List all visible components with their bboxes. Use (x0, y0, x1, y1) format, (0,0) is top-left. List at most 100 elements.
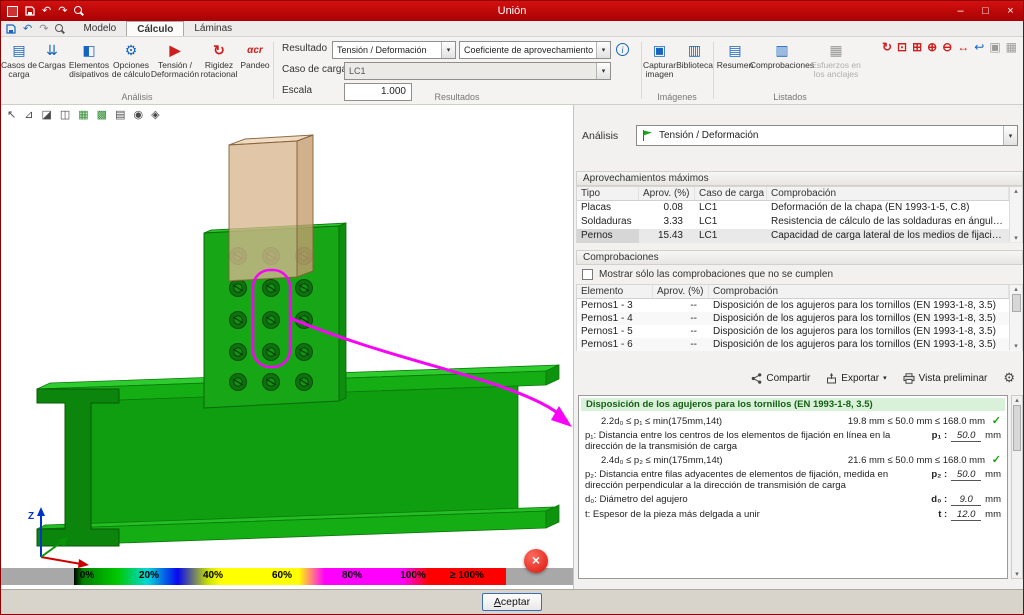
capturar-imagen-button[interactable]: ▣ Capturar imagen (642, 39, 677, 79)
checks-report-icon: ▥ (775, 41, 788, 60)
quick-search-icon[interactable] (55, 24, 65, 34)
param-value-field[interactable]: 9.0 (951, 494, 981, 506)
pan-view-icon[interactable]: ↔ (957, 40, 969, 54)
utilization-row-pernos[interactable]: Pernos 15.43 LC1 Capacidad de carga late… (577, 229, 1022, 243)
tension-deformacion-button[interactable]: ▶ Tensión / Deformación (151, 39, 199, 79)
col-aprov[interactable]: Aprov. (%) (653, 285, 709, 298)
share-icon (751, 373, 762, 384)
opciones-de-calculo-button[interactable]: ⚙ Opciones de cálculo (111, 39, 151, 79)
pointer-select-icon[interactable]: ↖ (7, 108, 16, 121)
aceptar-button[interactable]: Aceptar (482, 593, 542, 611)
bottom-bar: Aceptar (1, 589, 1023, 614)
labels-icon[interactable]: ◈ (151, 108, 159, 121)
comprobaciones-button[interactable]: ▥ Comprobaciones (756, 39, 808, 70)
col-tipo[interactable]: Tipo (577, 187, 639, 200)
param-value-field[interactable]: 50.0 (951, 469, 981, 481)
check-row[interactable]: Pernos1 - 6 -- Disposición de los agujer… (577, 338, 1022, 351)
scroll-down-icon[interactable]: ▾ (1014, 342, 1018, 350)
pandeo-button[interactable]: αcr Pandeo (239, 39, 271, 70)
utilization-table-scrollbar[interactable]: ▴ ▾ (1009, 187, 1022, 242)
coeficiente-dropdown[interactable]: Coeficiente de aprovechamiento máximo ▾ (459, 41, 611, 59)
search-icon[interactable] (74, 6, 84, 16)
esfuerzos-anclajes-button[interactable]: ▦ Esfuerzos en los anclajes (808, 39, 864, 79)
report-settings-gear-icon[interactable]: ⚙ (1003, 370, 1015, 386)
scroll-down-icon[interactable]: ▾ (1015, 570, 1019, 578)
check-row[interactable]: Pernos1 - 5 -- Disposición de los agujer… (577, 325, 1022, 338)
group-resultados: Resultado Tensión / Deformación ▾ Coefic… (274, 37, 640, 103)
tab-calculo[interactable]: Cálculo (126, 21, 184, 36)
check-formula-row: 2.2d₀ ≤ p₁ ≤ min(175mm,14t) 19.8 mm ≤ 50… (579, 413, 1007, 427)
elementos-disipativos-button[interactable]: ◧ Elementos disipativos (67, 39, 111, 79)
check-row[interactable]: Pernos1 - 3 -- Disposición de los agujer… (577, 299, 1022, 312)
dissipative-elements-icon: ◧ (82, 41, 95, 60)
scroll-up-icon[interactable]: ▴ (1014, 285, 1018, 293)
save-icon[interactable] (25, 6, 35, 16)
filter-failing-label: Mostrar sólo las comprobaciones que no s… (599, 269, 833, 280)
viewport-3d-scene[interactable]: Z X (1, 105, 573, 568)
viewport-3d[interactable]: ↖ ⊿ ◪ ◫ ▦ ▩ ▤ ◉ ◈ (1, 105, 573, 591)
utilization-row-placas[interactable]: Placas 0.08 LC1 Deformación de la chapa … (577, 201, 1022, 215)
utilization-row-soldaduras[interactable]: Soldaduras 3.33 LC1 Resistencia de cálcu… (577, 215, 1022, 229)
param-value-field[interactable]: 12.0 (951, 509, 981, 521)
analisis-dropdown[interactable]: Tensión / Deformación ▾ (636, 125, 1018, 146)
restore-button[interactable]: □ (973, 1, 998, 21)
column-member[interactable] (229, 135, 313, 281)
redo-icon[interactable]: ↷ (58, 6, 67, 17)
visibility-icon[interactable]: ◉ (133, 108, 143, 121)
previous-view-icon[interactable]: ↩ (974, 40, 984, 54)
contour-view-icon[interactable]: ▩ (97, 108, 107, 121)
close-button[interactable]: × (998, 1, 1023, 21)
casos-de-carga-button[interactable]: ▤ Casos de carga (1, 39, 37, 79)
col-elemento[interactable]: Elemento (577, 285, 653, 298)
caso-de-carga-dropdown[interactable]: LC1 ▾ (344, 62, 611, 80)
measure-icon[interactable]: ⊿ (24, 108, 33, 121)
run-analysis-icon: ▶ (170, 41, 181, 60)
checks-table-scrollbar[interactable]: ▴ ▾ (1009, 285, 1022, 350)
check-row[interactable]: Pernos1 - 4 -- Disposición de los agujer… (577, 312, 1022, 325)
scroll-up-icon[interactable]: ▴ (1015, 396, 1019, 404)
mesh-view-icon[interactable]: ▦ (78, 108, 88, 121)
col-caso[interactable]: Caso de carga (695, 187, 767, 200)
cancel-button[interactable]: × (524, 549, 548, 573)
biblioteca-button[interactable]: ▥ Biblioteca (677, 39, 712, 70)
scrollbar-thumb[interactable] (1012, 294, 1021, 312)
window-layout-icon[interactable]: ▦ (1006, 40, 1017, 54)
shading-view-icon[interactable]: ▤ (115, 108, 125, 121)
undo-icon[interactable]: ↶ (42, 6, 51, 17)
exportar-button[interactable]: Exportar ▾ (826, 373, 886, 384)
info-icon[interactable]: i (616, 43, 629, 56)
section-plane-icon[interactable]: ◪ (41, 108, 51, 121)
cargas-button[interactable]: ⇊ Cargas (37, 39, 67, 70)
tab-modelo[interactable]: Modelo (73, 21, 126, 36)
quick-undo-icon[interactable]: ↶ (23, 22, 32, 35)
zoom-window-icon[interactable]: ⊞ (912, 40, 922, 54)
quick-save-icon[interactable] (6, 24, 16, 34)
scale-label: 20% (139, 570, 159, 581)
clipping-box-icon[interactable]: ◫ (60, 108, 70, 121)
scroll-up-icon[interactable]: ▴ (1014, 187, 1018, 195)
anchor-forces-icon: ▦ (829, 41, 842, 60)
export-icon (826, 373, 837, 384)
scroll-down-icon[interactable]: ▾ (1014, 234, 1018, 242)
col-comprobacion[interactable]: Comprobación (767, 187, 1009, 200)
print-view-icon[interactable]: ▣ (989, 40, 1000, 54)
compartir-button[interactable]: Compartir (751, 373, 810, 384)
tab-laminas[interactable]: Láminas (184, 21, 242, 36)
col-aprov[interactable]: Aprov. (%) (639, 187, 695, 200)
filter-failing-checkbox[interactable] (582, 269, 593, 280)
zoom-extents-icon[interactable]: ⊡ (897, 40, 907, 54)
zoom-out-icon[interactable]: ⊖ (942, 40, 952, 54)
col-comprobacion[interactable]: Comprobación (709, 285, 1009, 298)
zoom-in-icon[interactable]: ⊕ (927, 40, 937, 54)
check-detail-title: Disposición de los agujeros para los tor… (581, 398, 1005, 411)
param-value-field[interactable]: 50.0 (951, 430, 981, 442)
vista-preliminar-button[interactable]: Vista preliminar (903, 373, 988, 384)
minimize-button[interactable]: – (948, 1, 973, 21)
rigidez-rotacional-button[interactable]: ↻ Rigidez rotacional (199, 39, 239, 79)
resultado-dropdown[interactable]: Tensión / Deformación ▾ (332, 41, 456, 59)
quick-redo-icon[interactable]: ↷ (39, 22, 48, 35)
rotate-view-icon[interactable]: ↻ (882, 40, 892, 54)
scrollbar-thumb[interactable] (1013, 405, 1021, 451)
results-panel: Análisis Tensión / Deformación ▾ Aprovec… (573, 105, 1024, 591)
detail-scrollbar[interactable]: ▴ ▾ (1011, 395, 1023, 579)
